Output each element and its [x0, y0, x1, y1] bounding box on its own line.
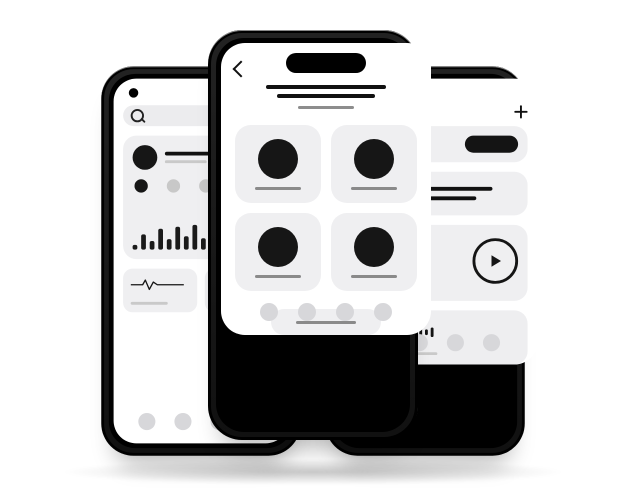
drop-shadow [60, 459, 566, 485]
avatar [133, 145, 158, 170]
tile-icon [354, 227, 394, 267]
play-button[interactable] [473, 238, 519, 284]
title-line [266, 85, 386, 89]
nav-dot[interactable] [138, 413, 155, 430]
sub-line [165, 160, 207, 163]
pill-button[interactable] [465, 136, 518, 153]
tile-icon [258, 139, 298, 179]
plus-icon[interactable] [514, 105, 527, 118]
tile-label [255, 275, 301, 278]
nav-dot[interactable] [298, 303, 316, 321]
title-line [277, 94, 375, 98]
nav-dot[interactable] [260, 303, 278, 321]
heartbeat-icon [131, 278, 184, 291]
notch [286, 53, 366, 73]
nav-dot[interactable] [374, 303, 392, 321]
tab-dot-active[interactable] [135, 179, 148, 192]
nav-dot[interactable] [336, 303, 354, 321]
search-icon [131, 109, 144, 122]
grid-tile[interactable] [331, 213, 417, 291]
bottom-nav[interactable] [221, 295, 431, 331]
page-title [266, 85, 386, 109]
play-icon [489, 254, 502, 267]
nav-dot[interactable] [174, 413, 191, 430]
camera-punch-hole [129, 88, 139, 98]
mockup-stage [0, 0, 626, 501]
subtitle-line [298, 106, 353, 109]
back-button[interactable] [233, 61, 250, 78]
tab-dot[interactable] [167, 179, 180, 192]
tile-icon [258, 227, 298, 267]
grid-tile[interactable] [331, 125, 417, 203]
tile-grid [235, 125, 417, 291]
grid-tile[interactable] [235, 125, 321, 203]
tile-label [351, 187, 397, 190]
tile-icon [354, 139, 394, 179]
nav-dot[interactable] [483, 334, 500, 351]
phone-center [208, 30, 418, 440]
tile-label [351, 275, 397, 278]
tile-label [255, 187, 301, 190]
nav-dot[interactable] [447, 334, 464, 351]
phone-center-screen [221, 43, 431, 335]
grid-tile[interactable] [235, 213, 321, 291]
mini-card-heart[interactable] [123, 269, 197, 313]
